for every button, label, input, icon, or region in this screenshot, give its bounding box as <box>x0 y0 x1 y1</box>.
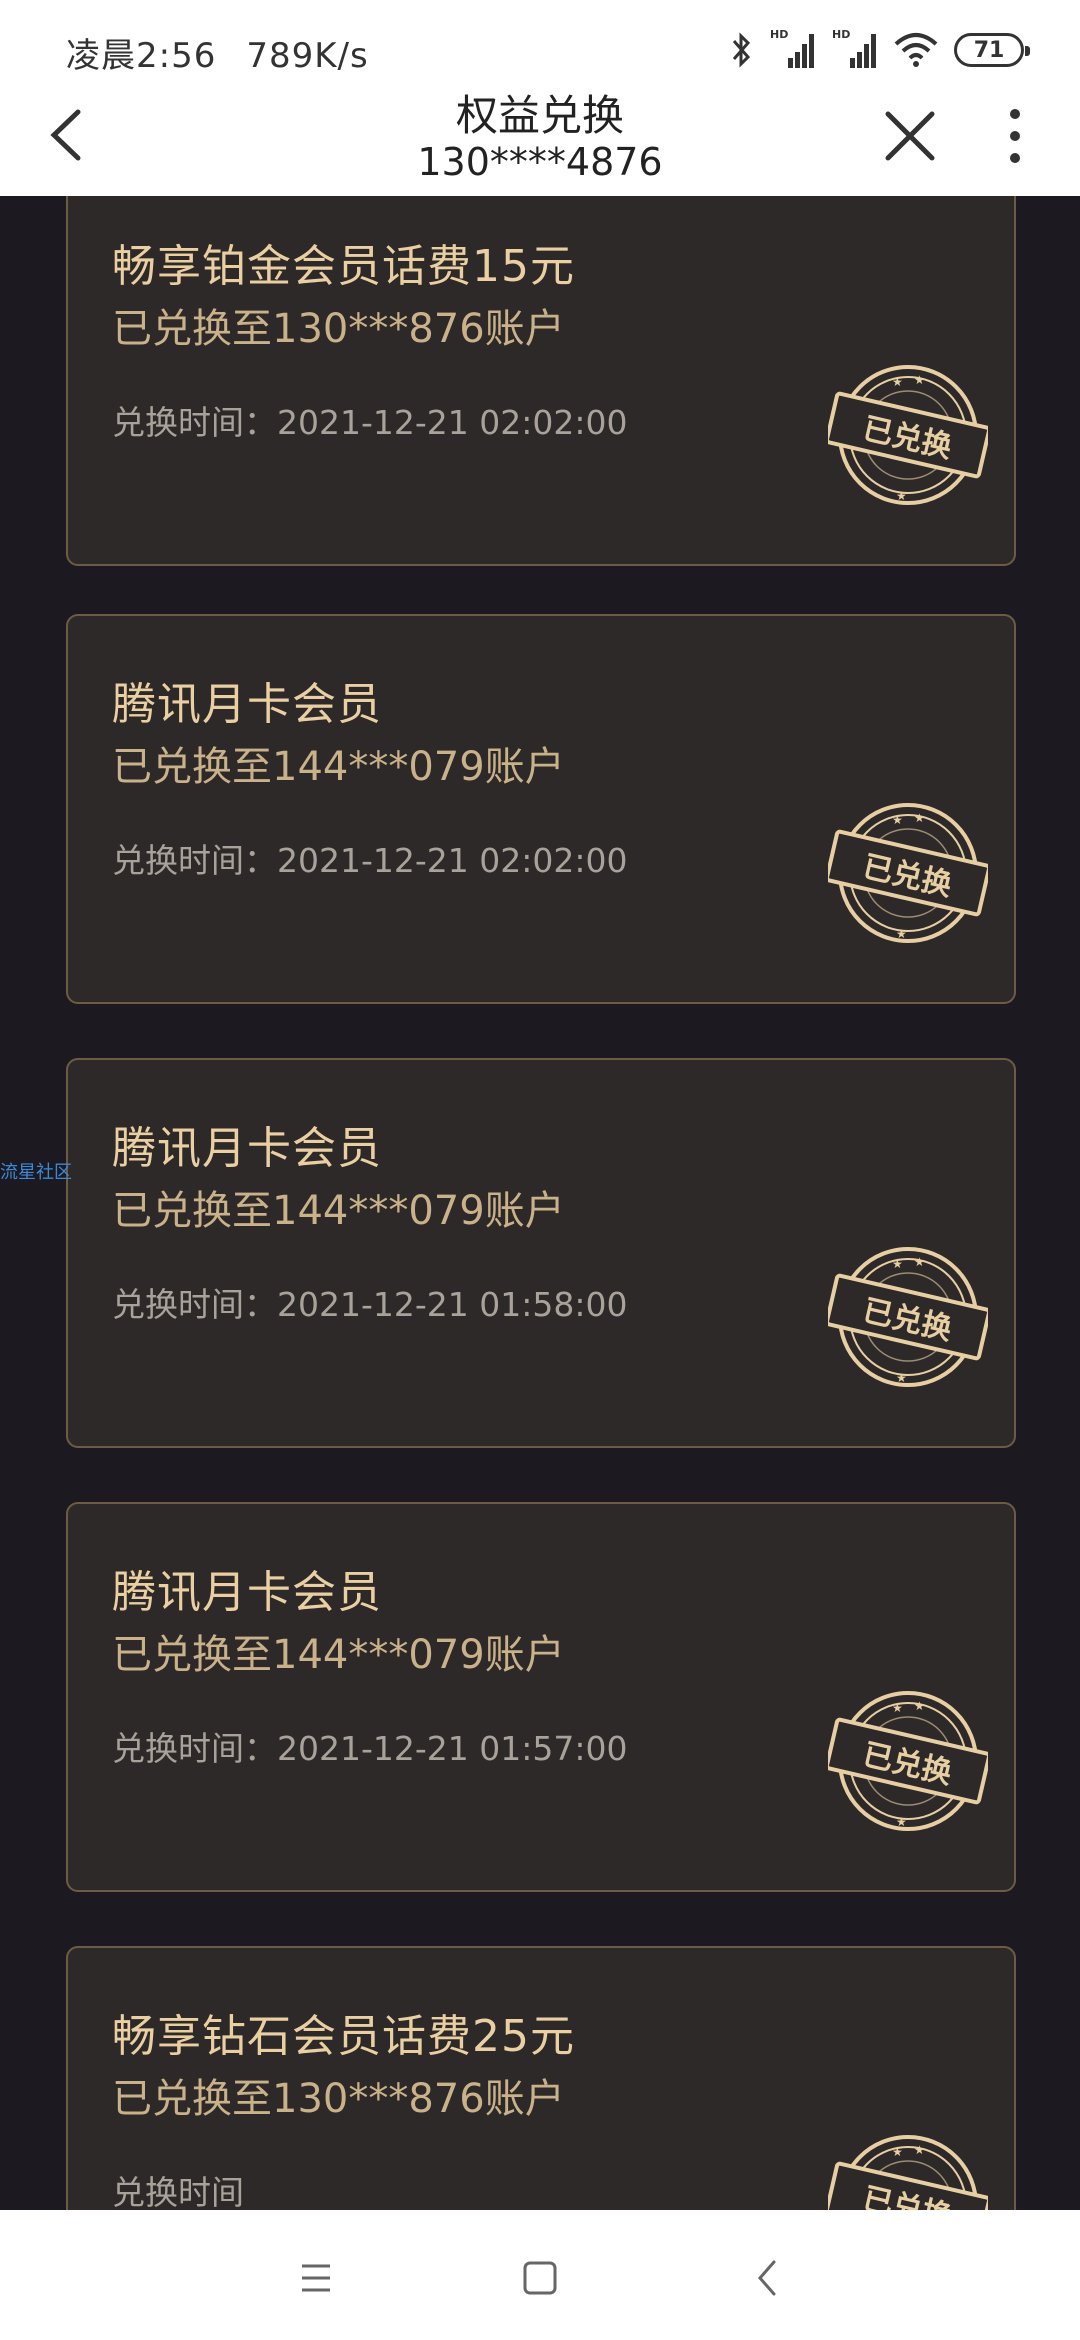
status-left: 凌晨2:56 789K/s <box>66 28 369 77</box>
redeemed-stamp: ★ ★ ★ 已兑换 <box>824 1242 992 1392</box>
bluetooth-icon <box>732 32 751 68</box>
nav-bar: 权益兑换 130****4876 <box>0 91 1080 196</box>
svg-text:HD: HD <box>832 28 850 41</box>
item-time: 兑换时间：2021-12-21 01:58:00 <box>112 1285 628 1324</box>
item-title: 腾讯月卡会员 <box>112 1123 382 1174</box>
signal-icon: HD <box>770 28 814 68</box>
item-time: 兑换时间：2021-12-21 01:57:00 <box>112 1729 628 1768</box>
list-item[interactable]: 畅享钻石会员话费25元 已兑换至130***876账户 兑换时间 ★ ★ ★ 已… <box>66 1946 1016 2210</box>
home-icon[interactable] <box>512 2250 568 2306</box>
item-title: 腾讯月卡会员 <box>112 679 382 730</box>
item-time: 兑换时间：2021-12-21 02:02:00 <box>112 403 628 442</box>
battery-icon: 71 <box>954 33 1030 67</box>
item-account: 已兑换至144***079账户 <box>112 1188 565 1234</box>
item-account: 已兑换至130***876账户 <box>112 2076 565 2122</box>
item-account: 已兑换至144***079账户 <box>112 744 565 790</box>
item-time: 兑换时间：2021-12-21 02:02:00 <box>112 841 628 880</box>
system-nav-bar <box>0 2210 1080 2340</box>
wifi-icon <box>894 33 938 67</box>
battery-level: 71 <box>973 37 1005 63</box>
item-title: 腾讯月卡会员 <box>112 1567 382 1618</box>
clock: 凌晨2:56 <box>66 36 217 76</box>
stamp-label: 已兑换 <box>859 2181 955 2210</box>
status-right: HD HD 71 <box>730 24 1030 76</box>
redeemed-stamp: ★ ★ ★ 已兑换 <box>824 1686 992 1836</box>
watermark: 流星社区 <box>0 1162 72 1183</box>
network-speed: 789K/s <box>246 36 369 76</box>
list-item[interactable]: 腾讯月卡会员 已兑换至144***079账户 兑换时间：2021-12-21 0… <box>66 614 1016 1004</box>
item-account: 已兑换至130***876账户 <box>112 306 565 352</box>
list-item[interactable]: 腾讯月卡会员 已兑换至144***079账户 兑换时间：2021-12-21 0… <box>66 1502 1016 1892</box>
back-icon[interactable] <box>740 2250 796 2306</box>
item-time: 兑换时间 <box>112 2173 244 2210</box>
signal-icon: HD <box>832 28 876 68</box>
item-title: 畅享钻石会员话费25元 <box>112 2011 575 2062</box>
svg-text:HD: HD <box>770 28 788 41</box>
close-icon[interactable] <box>882 108 938 164</box>
list-item[interactable]: 畅享铂金会员话费15元 已兑换至130***876账户 兑换时间：2021-12… <box>66 196 1016 566</box>
item-title: 畅享铂金会员话费15元 <box>112 241 575 292</box>
redemption-list[interactable]: 畅享铂金会员话费15元 已兑换至130***876账户 兑换时间：2021-12… <box>0 196 1080 2210</box>
menu-icon[interactable] <box>288 2250 344 2306</box>
redeemed-stamp: ★ ★ ★ 已兑换 <box>824 360 992 510</box>
list-item[interactable]: 腾讯月卡会员 已兑换至144***079账户 兑换时间：2021-12-21 0… <box>66 1058 1016 1448</box>
redeemed-stamp: ★ ★ ★ 已兑换 <box>824 2130 992 2210</box>
item-account: 已兑换至144***079账户 <box>112 1632 565 1678</box>
more-icon[interactable] <box>1000 106 1030 166</box>
redeemed-stamp: ★ ★ ★ 已兑换 <box>824 798 992 948</box>
